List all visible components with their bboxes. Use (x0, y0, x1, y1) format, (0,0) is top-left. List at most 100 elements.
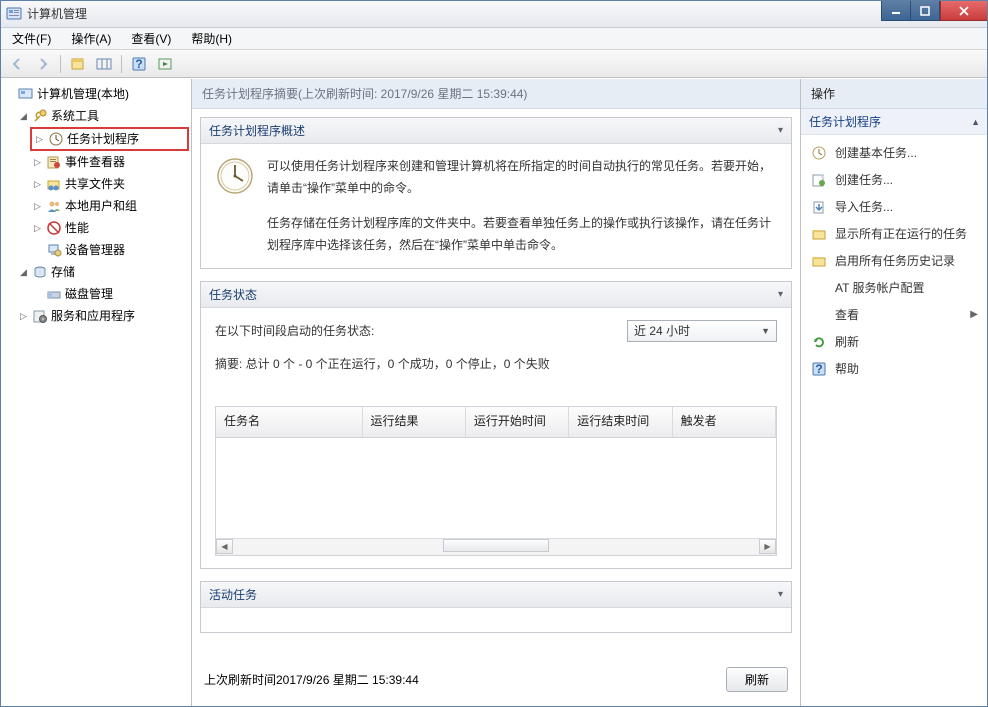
event-viewer-icon (46, 154, 62, 170)
minimize-button[interactable] (881, 0, 911, 21)
collapse-icon: ▾ (778, 289, 783, 300)
chevron-right-icon: ▶ (970, 309, 978, 320)
device-manager-icon (46, 242, 62, 258)
tree-performance[interactable]: ▷ 性能 (30, 217, 189, 239)
toolbar: ? (0, 50, 988, 78)
menubar: 文件(F) 操作(A) 查看(V) 帮助(H) (0, 28, 988, 50)
tree-toggle[interactable]: ▷ (32, 223, 43, 234)
collapse-icon: ▾ (778, 589, 783, 600)
app-icon (6, 6, 22, 22)
col-run-start[interactable]: 运行开始时间 (466, 407, 569, 437)
maximize-button[interactable] (910, 0, 940, 21)
bottom-row: 上次刷新时间2017/9/26 星期二 15:39:44 刷新 (192, 657, 800, 706)
col-triggered-by[interactable]: 触发者 (673, 407, 776, 437)
storage-icon (32, 264, 48, 280)
col-task-name[interactable]: 任务名 (216, 407, 363, 437)
tree-disk-mgmt[interactable]: ▷ 磁盘管理 (30, 283, 189, 305)
run-button[interactable] (154, 53, 176, 75)
tree-toggle[interactable]: ◢ (18, 111, 29, 122)
tree-services-apps[interactable]: ▷ 服务和应用程序 (16, 305, 189, 327)
refresh-button[interactable]: 刷新 (726, 667, 788, 692)
window-controls (882, 0, 988, 21)
action-show-running-tasks[interactable]: 显示所有正在运行的任务 (801, 220, 988, 247)
overview-panel-header[interactable]: 任务计划程序概述 ▾ (201, 118, 791, 144)
performance-icon (46, 220, 62, 236)
menu-file[interactable]: 文件(F) (6, 28, 57, 49)
toolbar-separator (60, 55, 61, 73)
overview-text-2: 任务存储在任务计划程序库的文件夹中。若要查看单独任务上的操作或执行该操作，请在任… (267, 213, 777, 256)
action-at-account-config[interactable]: AT 服务帐户配置 (801, 274, 988, 301)
close-button[interactable] (940, 0, 988, 21)
tree-toggle[interactable]: ▷ (32, 201, 43, 212)
action-view[interactable]: 查看 ▶ (801, 301, 988, 328)
status-panel: 任务状态 ▾ 在以下时间段启动的任务状态: 近 24 小时 ▼ 摘要: 总计 0… (200, 281, 792, 569)
action-enable-history[interactable]: 启用所有任务历史记录 (801, 247, 988, 274)
services-icon (32, 308, 48, 324)
action-import-task[interactable]: 导入任务... (801, 193, 988, 220)
action-list: 创建基本任务... 创建任务... 导入任务... 显示所有正在运行的任务 启用… (801, 135, 988, 386)
last-refresh-text: 上次刷新时间2017/9/26 星期二 15:39:44 (204, 671, 419, 688)
panel-title: 活动任务 (209, 586, 257, 603)
toolbar-separator (121, 55, 122, 73)
tree-toggle[interactable]: ▷ (34, 134, 45, 145)
menu-help[interactable]: 帮助(H) (185, 28, 238, 49)
action-help[interactable]: ? 帮助 (801, 355, 988, 382)
tree-storage[interactable]: ◢ 存储 (16, 261, 189, 283)
tree-pane: ▷ 计算机管理(本地) ◢ 系统工具 (0, 79, 192, 706)
task-status-table: 任务名 运行结果 运行开始时间 运行结束时间 触发者 ◀ ▶ (215, 406, 777, 556)
tree-device-manager[interactable]: ▷ 设备管理器 (30, 239, 189, 261)
overview-panel: 任务计划程序概述 ▾ 可以使用任务计划程序来创建和管理计算机将在所指定的时间自动… (200, 117, 792, 269)
disk-mgmt-icon (46, 286, 62, 302)
collapse-icon: ▾ (778, 125, 783, 136)
horizontal-scrollbar[interactable]: ◀ ▶ (216, 538, 776, 555)
properties-button[interactable] (67, 53, 89, 75)
tree-event-viewer[interactable]: ▷ 事件查看器 (30, 151, 189, 173)
menu-action[interactable]: 操作(A) (65, 28, 117, 49)
status-panel-header[interactable]: 任务状态 ▾ (201, 282, 791, 308)
time-range-dropdown[interactable]: 近 24 小时 ▼ (627, 320, 777, 342)
col-run-end[interactable]: 运行结束时间 (569, 407, 672, 437)
scroll-right-button[interactable]: ▶ (759, 539, 776, 554)
shared-folders-icon (46, 176, 62, 192)
menu-view[interactable]: 查看(V) (125, 28, 177, 49)
tree-toggle[interactable]: ◢ (18, 267, 29, 278)
folder-icon (811, 253, 827, 269)
main-area: ▷ 计算机管理(本地) ◢ 系统工具 (0, 78, 988, 706)
active-tasks-panel: 活动任务 ▾ (200, 581, 792, 633)
center-header: 任务计划程序摘要(上次刷新时间: 2017/9/26 星期二 15:39:44) (192, 79, 800, 109)
tree-local-users-groups[interactable]: ▷ 本地用户和组 (30, 195, 189, 217)
chevron-down-icon: ▼ (761, 323, 770, 339)
svg-text:?: ? (135, 57, 142, 71)
help-button[interactable]: ? (128, 53, 150, 75)
actions-section-header[interactable]: 任务计划程序 ▲ (801, 109, 988, 135)
action-refresh[interactable]: 刷新 (801, 328, 988, 355)
scroll-left-button[interactable]: ◀ (216, 539, 233, 554)
overview-text-1: 可以使用任务计划程序来创建和管理计算机将在所指定的时间自动执行的常见任务。若要开… (267, 156, 777, 199)
tree-toggle[interactable]: ▷ (32, 157, 43, 168)
forward-button[interactable] (32, 53, 54, 75)
tree-toggle[interactable]: ▷ (18, 311, 29, 322)
back-button[interactable] (6, 53, 28, 75)
svg-text:?: ? (815, 362, 822, 376)
summary-line: 摘要: 总计 0 个 - 0 个正在运行，0 个成功，0 个停止，0 个失败 (215, 354, 777, 376)
tree-toggle[interactable]: ▷ (32, 179, 43, 190)
active-tasks-header[interactable]: 活动任务 ▾ (201, 582, 791, 608)
col-run-result[interactable]: 运行结果 (363, 407, 466, 437)
refresh-icon (811, 334, 827, 350)
panes-button[interactable] (93, 53, 115, 75)
action-create-basic-task[interactable]: 创建基本任务... (801, 139, 988, 166)
tree-shared-folders[interactable]: ▷ 共享文件夹 (30, 173, 189, 195)
panel-title: 任务状态 (209, 286, 257, 303)
overview-panel-body: 可以使用任务计划程序来创建和管理计算机将在所指定的时间自动执行的常见任务。若要开… (201, 144, 791, 268)
scroll-track[interactable] (233, 539, 759, 554)
action-create-task[interactable]: 创建任务... (801, 166, 988, 193)
nav-tree[interactable]: ▷ 计算机管理(本地) ◢ 系统工具 (2, 83, 189, 327)
tree-system-tools[interactable]: ◢ 系统工具 (16, 105, 189, 127)
dropdown-value: 近 24 小时 (634, 321, 690, 343)
tree-task-scheduler[interactable]: ▷ 任务计划程序 (30, 127, 189, 151)
tree-root[interactable]: ▷ 计算机管理(本地) (2, 83, 189, 105)
help-icon: ? (811, 361, 827, 377)
clock-icon (811, 145, 827, 161)
scroll-thumb[interactable] (443, 539, 548, 552)
titlebar: 计算机管理 (0, 0, 988, 28)
